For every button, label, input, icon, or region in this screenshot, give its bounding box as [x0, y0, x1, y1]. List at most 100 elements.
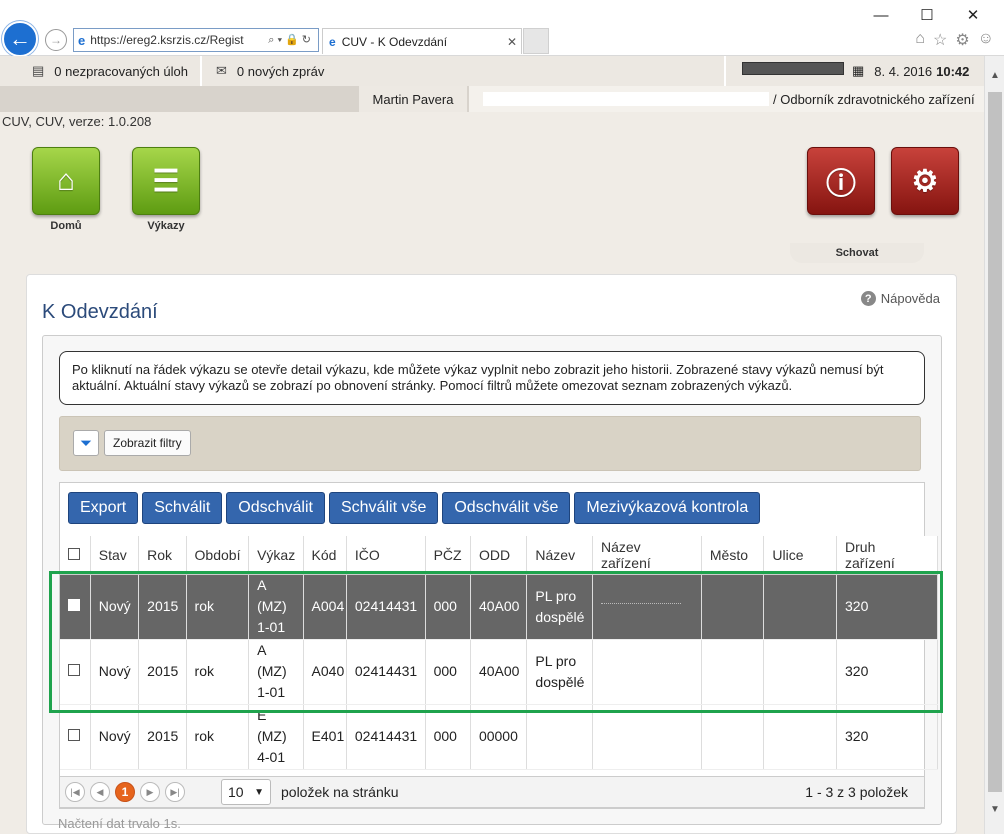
calendar-icon: ▦: [852, 63, 865, 78]
cell-nazev-zarizeni: [592, 574, 702, 640]
page-scrollbar[interactable]: ▲ ▼: [984, 56, 1004, 834]
back-button[interactable]: ←: [2, 21, 38, 57]
url-text[interactable]: https://ereg2.ksrzis.cz/Regist: [90, 33, 268, 47]
cell-nazev: PL pro dospělé: [526, 639, 593, 705]
filter-bar: ⏷ Zobrazit filtry: [59, 416, 921, 471]
prev-page-button[interactable]: ◀: [90, 782, 110, 802]
current-page-button[interactable]: 1: [115, 782, 135, 802]
cross-report-check-button[interactable]: Mezivýkazová kontrola: [574, 492, 761, 524]
column-header-obdobi[interactable]: Období: [186, 536, 250, 575]
close-window-button[interactable]: ✕: [950, 4, 996, 26]
chevron-down-icon: ▼: [254, 786, 264, 798]
cell-stav: Nový: [90, 639, 140, 705]
ie-icon: e: [78, 32, 86, 48]
reports-tile[interactable]: ☰: [132, 147, 200, 215]
cell-rok: 2015: [138, 639, 187, 705]
select-all-cell[interactable]: [60, 536, 91, 575]
info-tile[interactable]: ⓘ: [807, 147, 875, 215]
new-tab-button[interactable]: [523, 28, 549, 54]
help-link[interactable]: ? Nápověda: [860, 291, 940, 306]
cell-pcz: 000: [425, 704, 471, 770]
page-size-select[interactable]: 10 ▼: [221, 779, 271, 805]
last-page-button[interactable]: ▶|: [165, 782, 185, 802]
first-page-button[interactable]: |◀: [65, 782, 85, 802]
cell-odd: 40A00: [470, 639, 528, 705]
content-box: Po kliknutí na řádek výkazu se otevře de…: [42, 335, 942, 825]
cell-pcz: 000: [425, 639, 471, 705]
approve-button[interactable]: Schválit: [142, 492, 223, 524]
tasks-link[interactable]: ▤ 0 nezpracovaných úloh: [32, 56, 188, 86]
list-icon: ☰: [152, 164, 180, 198]
row-checkbox[interactable]: [68, 664, 80, 676]
datetime: ▦ 8. 4. 2016 10:42: [852, 56, 969, 86]
table-row[interactable]: Nový 2015 rok A (MZ) 1-01 A040 02414431 …: [60, 639, 938, 705]
messages-link[interactable]: ✉ 0 nových zpráv: [216, 56, 324, 86]
show-filters-button[interactable]: Zobrazit filtry: [104, 430, 191, 456]
column-header-rok[interactable]: Rok: [138, 536, 187, 575]
pager: |◀ ◀ 1 ▶ ▶| 10 ▼ položek na stránku 1 - …: [59, 776, 925, 808]
date-text: 8. 4. 2016: [874, 63, 933, 79]
column-header-stav[interactable]: Stav: [90, 536, 140, 575]
smiley-icon[interactable]: ☺: [978, 30, 994, 50]
table-row[interactable]: Nový 2015 rok A (MZ) 1-01 A004 02414431 …: [60, 574, 938, 640]
column-header-ico[interactable]: IČO: [346, 536, 426, 575]
column-header-odd[interactable]: ODD: [470, 536, 528, 575]
forward-button[interactable]: →: [45, 29, 67, 51]
cell-rok: 2015: [138, 574, 187, 640]
cell-stav: Nový: [90, 574, 140, 640]
gear-icon[interactable]: ⚙: [955, 30, 969, 50]
cell-nazev: PL pro dospělé: [526, 574, 593, 640]
page-size-label: položek na stránku: [281, 784, 399, 800]
row-checkbox[interactable]: [68, 599, 80, 611]
settings-tile[interactable]: ⚙: [891, 147, 959, 215]
export-button[interactable]: Export: [68, 492, 139, 524]
cell-mesto: [701, 639, 765, 705]
user-name[interactable]: Martin Pavera: [359, 86, 467, 112]
scroll-down-icon[interactable]: ▼: [985, 804, 1004, 815]
envelope-icon: ✉: [216, 63, 227, 78]
reports-grid: Export Schválit Odschválit Schválit vše …: [59, 482, 938, 809]
filter-icon[interactable]: ⏷: [73, 430, 99, 456]
unapprove-all-button[interactable]: Odschválit vše: [442, 492, 571, 524]
address-actions-icon[interactable]: ⌕▾🔒↻: [268, 33, 314, 47]
cell-odd: 40A00: [470, 574, 528, 640]
unapprove-button[interactable]: Odschválit: [226, 492, 325, 524]
select-all-checkbox[interactable]: [68, 547, 80, 560]
row-checkbox[interactable]: [68, 729, 80, 741]
home-icon[interactable]: ⌂: [915, 30, 925, 50]
column-header-vykaz[interactable]: Výkaz: [248, 536, 304, 575]
column-header-kod[interactable]: Kód: [303, 536, 347, 575]
cell-vykaz: A (MZ) 1-01: [248, 639, 304, 705]
row-select-cell[interactable]: [60, 704, 91, 770]
column-header-nazev-zarizeni[interactable]: Název zařízení: [592, 536, 702, 575]
minimize-button[interactable]: —: [858, 4, 904, 26]
maximize-button[interactable]: ☐: [904, 4, 950, 26]
cell-ico: 02414431: [346, 704, 426, 770]
page-title: K Odevzdání: [42, 301, 158, 323]
column-header-pcz[interactable]: PČZ: [425, 536, 471, 575]
home-tile-label: Domů: [50, 220, 82, 232]
tab-title: CUV - K Odevzdání: [341, 34, 448, 49]
row-select-cell[interactable]: [60, 639, 91, 705]
redacted-organization: [483, 92, 769, 106]
row-select-cell[interactable]: [60, 574, 91, 640]
close-tab-icon[interactable]: ✕: [503, 35, 521, 49]
approve-all-button[interactable]: Schválit vše: [328, 492, 439, 524]
next-page-button[interactable]: ▶: [140, 782, 160, 802]
scroll-up-icon[interactable]: ▲: [985, 70, 1004, 81]
home-tile[interactable]: ⌂: [32, 147, 100, 215]
info-icon: ⓘ: [826, 168, 856, 201]
tile-bar: ⌂ Domů ☰ Výkazy ⓘ ⚙: [0, 112, 984, 244]
column-header-mesto[interactable]: Město: [701, 536, 765, 575]
column-header-ulice[interactable]: Ulice: [763, 536, 838, 575]
address-bar[interactable]: e https://ereg2.ksrzis.cz/Regist ⌕▾🔒↻: [73, 28, 319, 52]
star-icon[interactable]: ☆: [933, 30, 947, 50]
cell-rok: 2015: [138, 704, 187, 770]
hide-tiles-tab[interactable]: Schovat: [790, 243, 924, 263]
table-row[interactable]: Nový 2015 rok E (MZ) 4-01 E401 02414431 …: [60, 704, 938, 770]
column-header-nazev[interactable]: Název: [526, 536, 593, 575]
column-header-druh-zarizeni[interactable]: Druh zařízení: [836, 536, 938, 575]
scrollbar-thumb[interactable]: [988, 92, 1002, 792]
browser-tab[interactable]: e CUV - K Odevzdání ✕: [322, 28, 522, 54]
user-organization: / Odborník zdravotnického zařízení: [469, 86, 984, 112]
